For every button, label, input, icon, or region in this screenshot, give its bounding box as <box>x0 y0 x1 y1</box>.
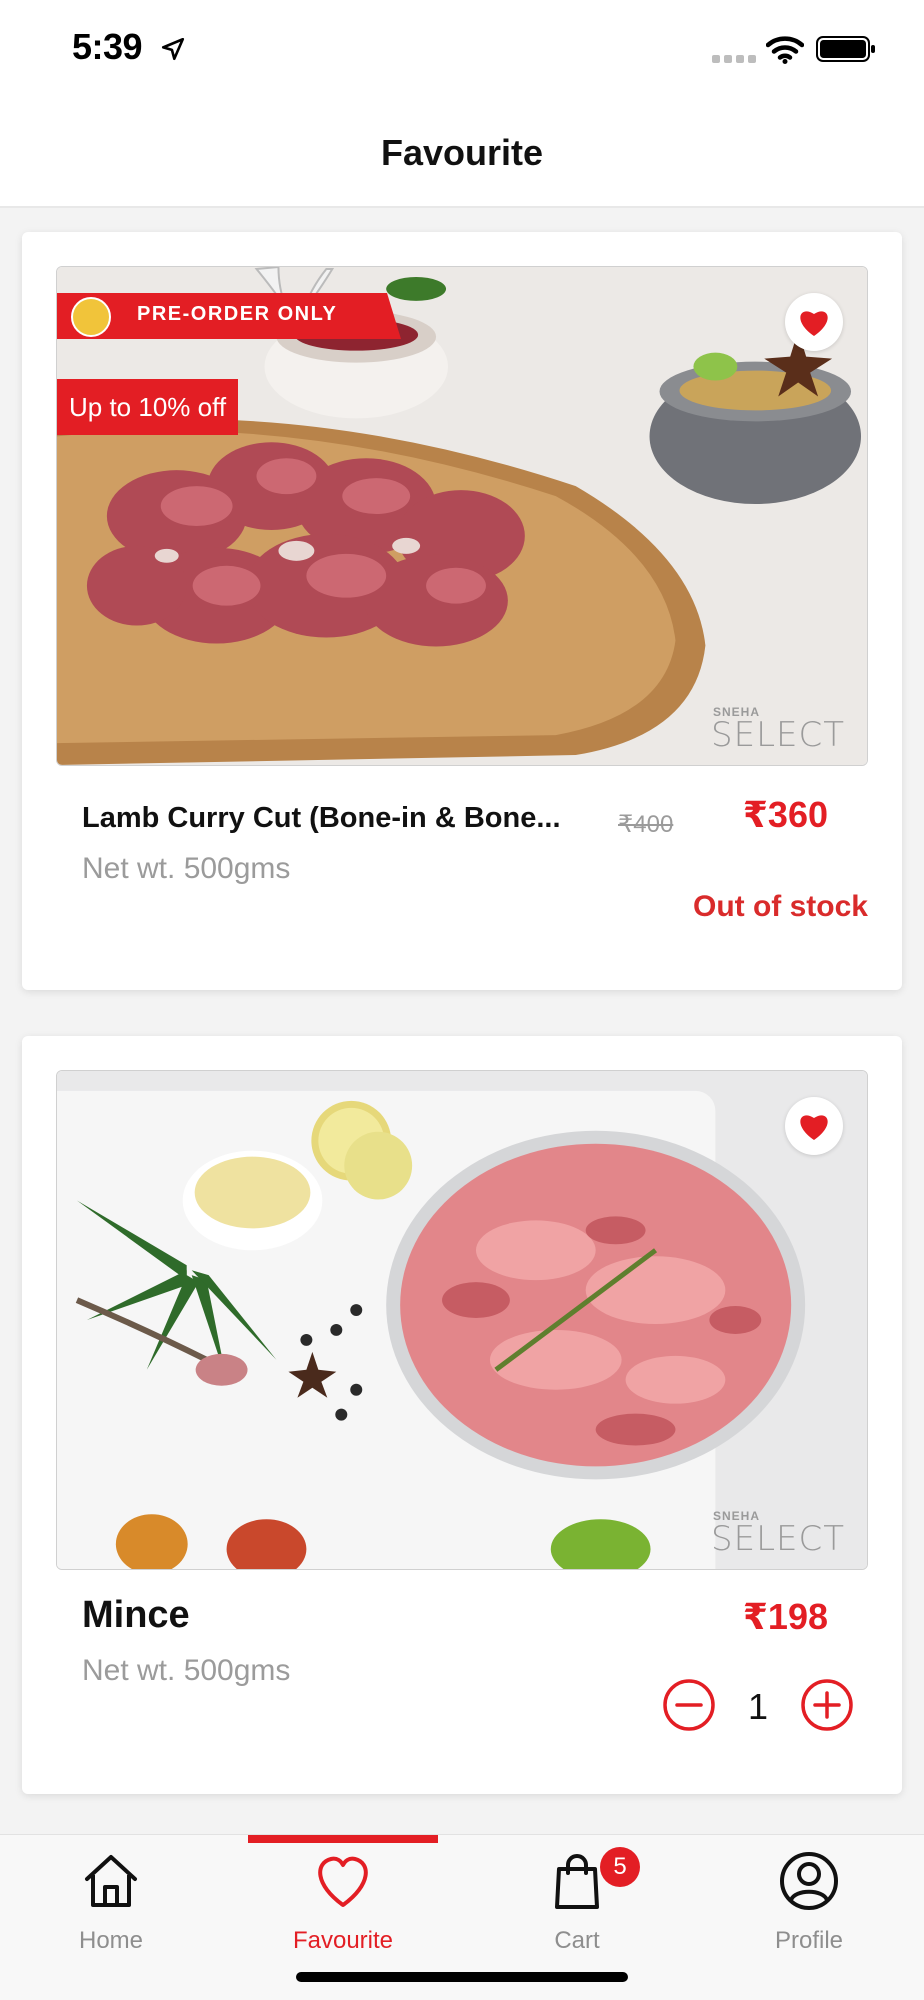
discount-badge: Up to 10% off <box>57 379 239 435</box>
user-circle-icon <box>780 1852 838 1910</box>
location-arrow-icon <box>161 37 185 61</box>
nav-header: Favourite <box>0 100 924 208</box>
mince-photo <box>57 1071 867 1569</box>
favourite-toggle[interactable] <box>785 293 843 351</box>
net-weight: Net wt. 500gms <box>82 1654 291 1687</box>
lamb-curry-cut-photo <box>57 267 867 765</box>
active-tab-indicator <box>248 1835 438 1843</box>
product-name: Lamb Curry Cut (Bone-in & Bone... <box>82 802 561 834</box>
heart-filled-icon <box>800 1115 828 1140</box>
status-time: 5:39 <box>72 26 143 67</box>
plus-circle-icon <box>801 1679 853 1731</box>
brand-watermark: SNEHA SELECT <box>711 1509 845 1559</box>
increase-quantity-button[interactable] <box>800 1678 854 1732</box>
tab-label: Cart <box>554 1927 600 1954</box>
favourite-toggle[interactable] <box>785 1097 843 1155</box>
tab-favourite[interactable]: Favourite <box>248 1849 438 1959</box>
tab-label: Home <box>78 1927 144 1954</box>
heart-filled-icon <box>800 311 828 336</box>
status-bar: 5:39 <box>0 0 924 100</box>
product-name: Mince <box>82 1594 190 1636</box>
decrease-quantity-button[interactable] <box>662 1678 716 1732</box>
quantity-value: 1 <box>747 1686 769 1727</box>
brand-watermark: SNEHA SELECT <box>711 705 845 755</box>
tab-profile[interactable]: Profile <box>714 1849 904 1959</box>
battery-icon <box>816 36 875 62</box>
product-price: ₹198 <box>742 1596 828 1637</box>
product-card[interactable]: PRE-ORDER ONLY Up to 10% off SNEHA SELEC… <box>22 232 902 990</box>
watermark-big-text: SELECT <box>711 715 845 755</box>
watermark-big-text: SELECT <box>711 1519 845 1559</box>
stock-status: Out of stock <box>692 890 868 923</box>
wifi-icon <box>766 36 804 64</box>
net-weight: Net wt. 500gms <box>82 852 291 885</box>
home-indicator <box>296 1972 628 1982</box>
preorder-ribbon: PRE-ORDER ONLY <box>57 293 401 339</box>
preorder-label: PRE-ORDER ONLY <box>137 303 338 325</box>
product-image[interactable]: SNEHA SELECT <box>56 1070 868 1570</box>
cellular-signal-icon <box>712 55 756 63</box>
heart-icon <box>318 1856 368 1907</box>
cart-count-badge: 5 <box>600 1847 640 1887</box>
product-card[interactable]: SNEHA SELECT Mince ₹198 Net wt. 500gms 1 <box>22 1036 902 1794</box>
quantity-stepper: 1 <box>662 1678 854 1734</box>
tab-cart[interactable]: 5 Cart <box>482 1847 672 1959</box>
product-price: ₹360 <box>742 794 828 835</box>
tab-label: Favourite <box>292 1927 394 1954</box>
shopping-bag-icon <box>555 1854 599 1909</box>
product-image[interactable]: PRE-ORDER ONLY Up to 10% off SNEHA SELEC… <box>56 266 868 766</box>
home-icon <box>85 1855 137 1907</box>
brand-logo-icon <box>71 297 111 337</box>
page-title: Favourite <box>380 132 544 173</box>
tab-label: Profile <box>774 1927 844 1954</box>
original-price: ₹400 <box>618 811 674 838</box>
minus-circle-icon <box>663 1679 715 1731</box>
tab-home[interactable]: Home <box>16 1849 206 1959</box>
